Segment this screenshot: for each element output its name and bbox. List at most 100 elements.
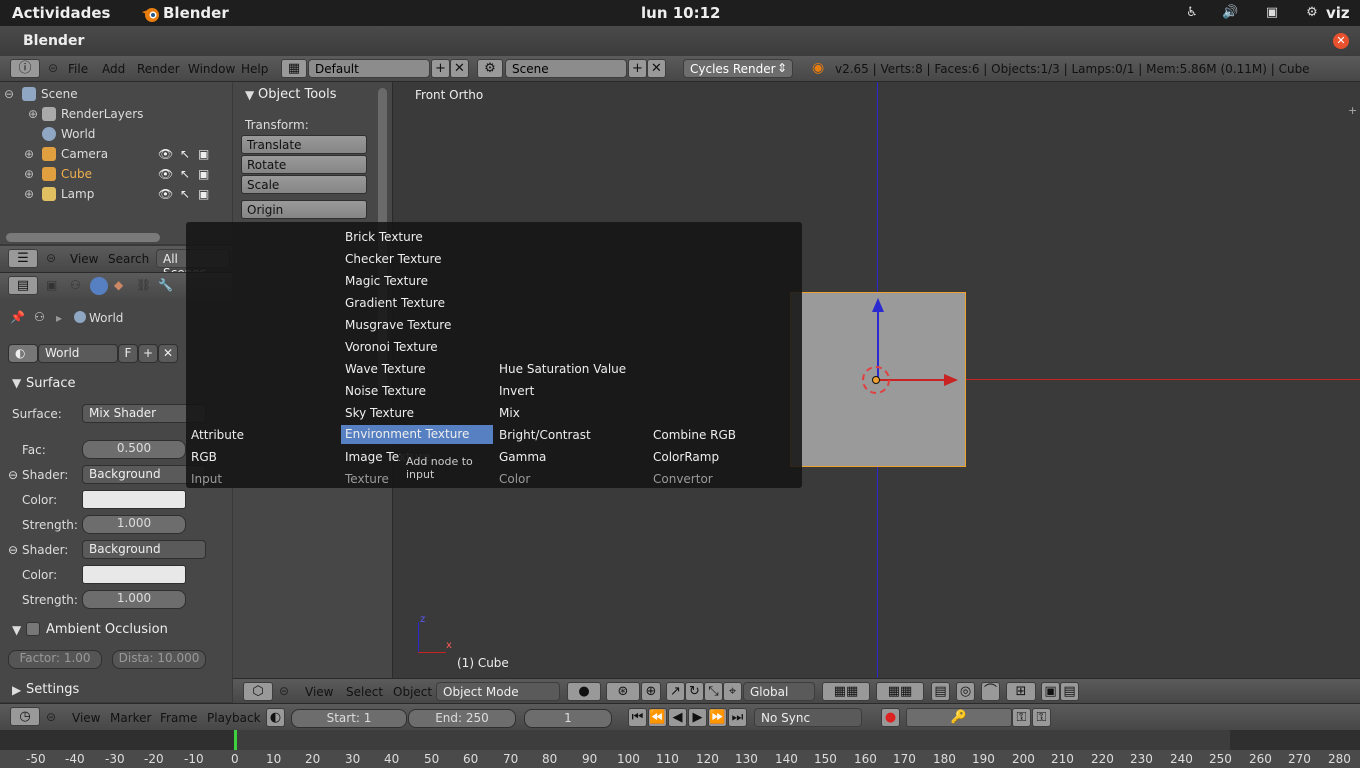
- delete-keyframe-icon[interactable]: ⚿: [1032, 708, 1051, 727]
- unlink-world-icon[interactable]: ✕: [158, 344, 178, 363]
- fake-user-button[interactable]: F: [118, 344, 138, 363]
- scale-button[interactable]: Scale: [241, 175, 367, 194]
- object-tools-title[interactable]: Object Tools: [258, 87, 337, 102]
- outliner-scrollbar[interactable]: [6, 233, 160, 242]
- editor-type-icon[interactable]: ⓘ: [10, 59, 40, 78]
- manipulator-toggle-icon[interactable]: ⊕: [641, 682, 661, 701]
- menu-item-environment-texture[interactable]: Environment Texture: [341, 425, 493, 444]
- scale-manipulator-icon[interactable]: ⤡: [704, 682, 723, 701]
- jump-start-icon[interactable]: ⏮: [628, 708, 647, 727]
- menu-item-attribute[interactable]: Attribute: [191, 428, 244, 442]
- panel-collapse-icon[interactable]: ▼: [12, 376, 21, 390]
- menu-view[interactable]: View: [72, 711, 100, 725]
- gizmo-x-arrow-head-icon[interactable]: [944, 374, 958, 386]
- settings-panel-title[interactable]: Settings: [26, 682, 79, 697]
- pivot-point-icon[interactable]: ⊛: [606, 682, 640, 701]
- menu-item-musgrave-texture[interactable]: Musgrave Texture: [345, 318, 451, 332]
- outliner-row-renderlayers[interactable]: ⊕ RenderLayers: [0, 104, 216, 124]
- render-engine-dropdown[interactable]: Cycles Render ⇕: [683, 59, 793, 78]
- rotate-manipulator-icon[interactable]: ↻: [685, 682, 704, 701]
- editor-type-icon[interactable]: ▤: [8, 276, 38, 295]
- render-animation-icon[interactable]: ▤: [1060, 682, 1079, 701]
- menu-object[interactable]: Object: [393, 685, 432, 699]
- ao-factor-field[interactable]: Factor: 1.00: [8, 650, 102, 669]
- color1-swatch[interactable]: [82, 490, 186, 509]
- menu-render[interactable]: Render: [137, 62, 180, 76]
- menu-item-wave-texture[interactable]: Wave Texture: [345, 362, 426, 376]
- layers-grid-b[interactable]: ▦▦: [876, 682, 924, 701]
- clock[interactable]: lun 10:12: [641, 4, 720, 22]
- playhead[interactable]: [234, 730, 237, 750]
- menu-item-brick-texture[interactable]: Brick Texture: [345, 230, 423, 244]
- menu-item-bright-contrast[interactable]: Bright/Contrast: [499, 428, 591, 442]
- insert-keyframe-icon[interactable]: ⚿: [1012, 708, 1031, 727]
- menu-item-rgb[interactable]: RGB: [191, 450, 217, 464]
- play-reverse-icon[interactable]: ◀: [668, 708, 687, 727]
- sync-mode-dropdown[interactable]: No Sync: [754, 708, 862, 727]
- expand-icon[interactable]: ⊕: [24, 147, 34, 161]
- remove-layout-icon[interactable]: ✕: [450, 59, 469, 78]
- collapse-icon[interactable]: ⊝: [46, 710, 56, 724]
- menu-search[interactable]: Search: [108, 252, 149, 266]
- remove-link-icon[interactable]: ⊖: [8, 468, 18, 482]
- mode-dropdown[interactable]: Object Mode: [436, 682, 560, 701]
- scene-selector-icon[interactable]: ⚙: [477, 59, 503, 78]
- preview-range-icon[interactable]: ◐: [266, 708, 285, 727]
- strength2-field[interactable]: 1.000: [82, 590, 186, 609]
- menu-view[interactable]: View: [70, 252, 98, 266]
- close-icon[interactable]: ✕: [1333, 33, 1349, 49]
- fac-slider[interactable]: 0.500: [82, 440, 186, 459]
- select-cursor-icon[interactable]: ↖: [180, 187, 190, 201]
- add-scene-icon[interactable]: +: [628, 59, 647, 78]
- color2-swatch[interactable]: [82, 565, 186, 584]
- menu-item-gradient-texture[interactable]: Gradient Texture: [345, 296, 445, 310]
- panel-collapse-icon[interactable]: ▼: [245, 88, 254, 102]
- toggle-properties-icon[interactable]: +: [1348, 104, 1357, 117]
- current-frame-field[interactable]: 1: [524, 709, 612, 728]
- menu-item-colorramp[interactable]: ColorRamp: [653, 450, 719, 464]
- translate-button[interactable]: Translate: [241, 135, 367, 154]
- editor-type-icon[interactable]: ☰: [8, 249, 38, 268]
- menu-item-invert[interactable]: Invert: [499, 384, 534, 398]
- menu-frame[interactable]: Frame: [160, 711, 197, 725]
- render-camera-icon[interactable]: ▣: [198, 187, 209, 201]
- remove-scene-icon[interactable]: ✕: [647, 59, 666, 78]
- menu-window[interactable]: Window: [188, 62, 235, 76]
- gizmo-z-arrow-head-icon[interactable]: [872, 298, 884, 312]
- world-name-field[interactable]: World: [38, 344, 118, 363]
- menu-help[interactable]: Help: [241, 62, 268, 76]
- snap-magnet-icon[interactable]: ⌒: [981, 682, 1000, 701]
- power-icon[interactable]: ⚙: [1304, 5, 1320, 21]
- outliner-row-scene[interactable]: ⊖ Scene: [0, 84, 216, 104]
- origin-button[interactable]: Origin: [241, 200, 367, 219]
- start-frame-field[interactable]: Start: 1: [291, 709, 407, 728]
- object-tab-icon[interactable]: ◆: [114, 278, 123, 292]
- end-frame-field[interactable]: End: 250: [408, 709, 516, 728]
- menu-select[interactable]: Select: [346, 685, 383, 699]
- render-camera-icon[interactable]: ▣: [198, 167, 209, 181]
- app-menu[interactable]: Blender: [163, 4, 229, 22]
- jump-keyframe-back-icon[interactable]: ⏪: [648, 708, 667, 727]
- menu-view[interactable]: View: [305, 685, 333, 699]
- menu-item-voronoi-texture[interactable]: Voronoi Texture: [345, 340, 438, 354]
- jump-keyframe-forward-icon[interactable]: ⏩: [708, 708, 727, 727]
- menu-playback[interactable]: Playback: [207, 711, 261, 725]
- menu-file[interactable]: File: [68, 62, 88, 76]
- add-layout-icon[interactable]: +: [431, 59, 450, 78]
- ao-distance-field[interactable]: Dista: 10.000: [112, 650, 206, 669]
- render-tab-icon[interactable]: ▣: [46, 278, 57, 292]
- accessibility-icon[interactable]: ♿: [1184, 5, 1200, 21]
- select-cursor-icon[interactable]: ↖: [180, 147, 190, 161]
- scene-tab-icon[interactable]: ⚇: [70, 278, 81, 292]
- user-menu[interactable]: viz: [1326, 4, 1350, 22]
- collapse-icon[interactable]: ⊝: [279, 684, 289, 698]
- lock-layers-icon[interactable]: ▤: [931, 682, 950, 701]
- constraints-tab-icon[interactable]: ⛓: [136, 278, 151, 292]
- strength1-field[interactable]: 1.000: [82, 515, 186, 534]
- select-cursor-icon[interactable]: ↖: [180, 167, 190, 181]
- render-camera-icon[interactable]: ▣: [198, 147, 209, 161]
- expand-icon[interactable]: ⊕: [28, 107, 38, 121]
- visibility-eye-icon[interactable]: 👁: [158, 147, 173, 161]
- timeline[interactable]: -50 -40 -30 -20 -10 0 10 20 30 40 50 60 …: [0, 730, 1360, 768]
- menu-item-gamma[interactable]: Gamma: [499, 450, 546, 464]
